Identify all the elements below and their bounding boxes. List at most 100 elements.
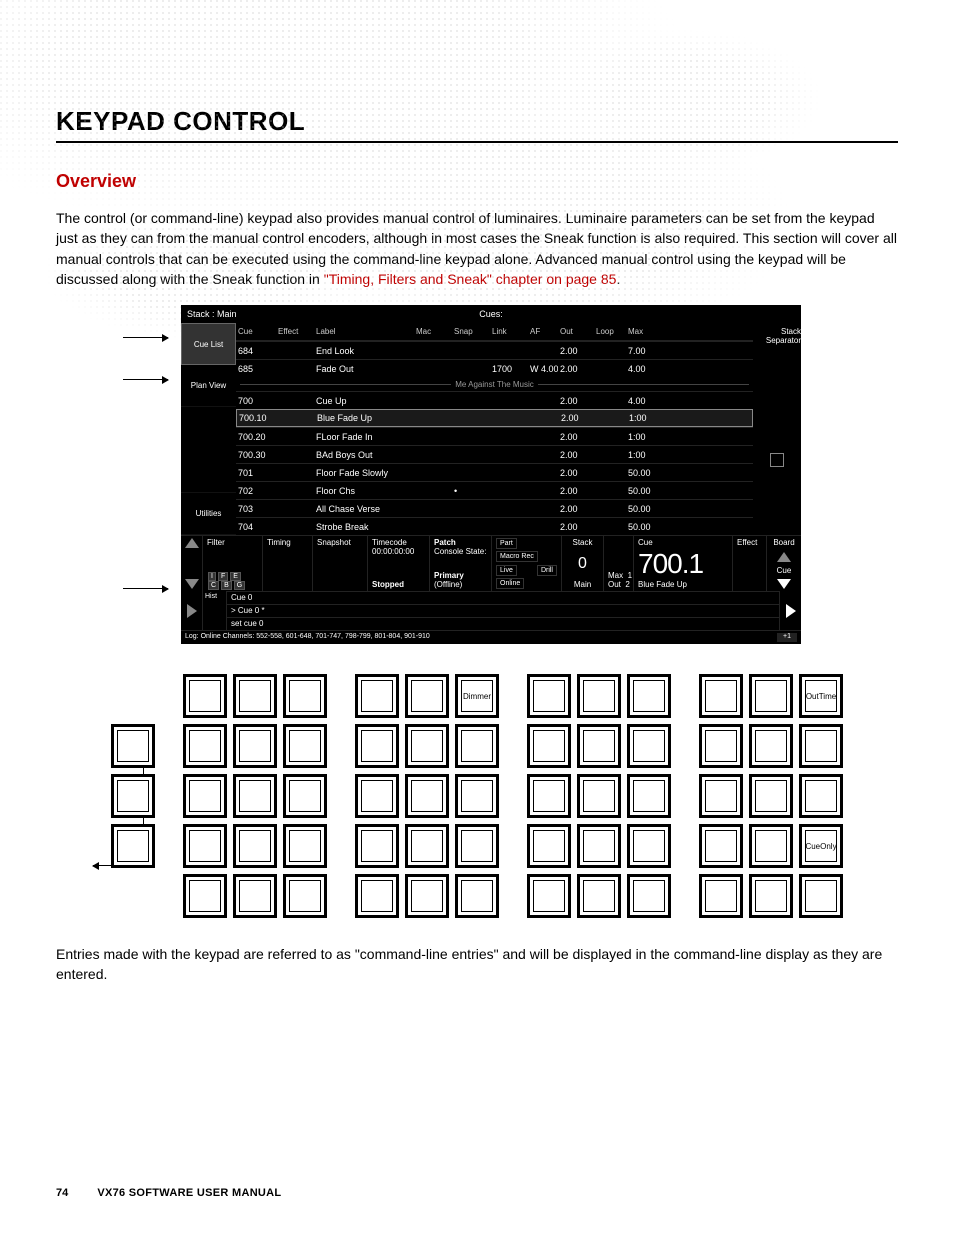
hist-button[interactable]: Hist — [203, 591, 227, 630]
up-icon[interactable] — [777, 552, 791, 562]
key[interactable] — [577, 724, 621, 768]
cmd-history: Cue 0 — [227, 591, 779, 604]
key[interactable] — [233, 874, 277, 918]
key[interactable] — [627, 724, 671, 768]
key[interactable] — [799, 774, 843, 818]
key[interactable] — [699, 824, 743, 868]
table-row[interactable]: 701Floor Fade Slowly2.0050.00 — [236, 463, 753, 481]
plus-indicator: +1 — [777, 633, 797, 642]
arrow-icon — [123, 379, 168, 380]
stack-separator[interactable]: Stack Separator — [753, 327, 801, 345]
key[interactable] — [233, 774, 277, 818]
key[interactable] — [111, 824, 155, 868]
key[interactable] — [527, 674, 571, 718]
key[interactable]: OutTime — [799, 674, 843, 718]
key[interactable] — [355, 724, 399, 768]
key[interactable] — [527, 774, 571, 818]
stack-label: Stack : Main — [181, 307, 388, 321]
key[interactable] — [577, 874, 621, 918]
tab-planview[interactable]: Plan View — [181, 365, 236, 407]
page-title: KEYPAD CONTROL — [56, 106, 898, 137]
key[interactable] — [455, 774, 499, 818]
cues-label: Cues: — [388, 307, 595, 321]
key[interactable] — [183, 874, 227, 918]
table-row[interactable]: 700Cue Up2.004.00 — [236, 391, 753, 409]
key[interactable] — [455, 724, 499, 768]
key[interactable] — [699, 774, 743, 818]
table-row[interactable]: 685Fade Out1700W 4.002.004.00 — [236, 359, 753, 377]
table-row[interactable]: 700.20FLoor Fade In2.001:00 — [236, 427, 753, 445]
key[interactable] — [283, 824, 327, 868]
key[interactable] — [749, 724, 793, 768]
scroll-indicator[interactable] — [770, 453, 784, 467]
key[interactable] — [799, 874, 843, 918]
key[interactable] — [355, 874, 399, 918]
key[interactable] — [233, 724, 277, 768]
key[interactable] — [283, 774, 327, 818]
key[interactable] — [183, 774, 227, 818]
key[interactable] — [283, 674, 327, 718]
key[interactable] — [627, 874, 671, 918]
key[interactable] — [183, 824, 227, 868]
filter-label: Filter — [207, 538, 258, 547]
key[interactable] — [749, 874, 793, 918]
key[interactable] — [405, 774, 449, 818]
key[interactable] — [405, 724, 449, 768]
cmd-next: set cue 0 — [227, 617, 779, 630]
top-bar: Stack : Main Cues: — [181, 305, 801, 323]
key[interactable] — [699, 674, 743, 718]
cmd-line: > Cue 0 * — [227, 604, 779, 617]
key[interactable] — [577, 674, 621, 718]
tab-cuelist[interactable]: Cue List — [181, 323, 236, 365]
table-row[interactable]: 684End Look2.007.00 — [236, 341, 753, 359]
table-row[interactable]: 700.10Blue Fade Up2.001:00 — [236, 409, 753, 427]
key[interactable] — [527, 724, 571, 768]
key[interactable] — [627, 824, 671, 868]
current-cue: 700.1 — [638, 548, 728, 580]
key[interactable] — [699, 724, 743, 768]
key[interactable] — [527, 874, 571, 918]
key[interactable] — [749, 824, 793, 868]
down-icon[interactable] — [185, 579, 199, 589]
key[interactable] — [405, 874, 449, 918]
key[interactable] — [183, 674, 227, 718]
key[interactable] — [405, 674, 449, 718]
key[interactable] — [527, 824, 571, 868]
key[interactable] — [355, 774, 399, 818]
right-solid-icon[interactable] — [786, 604, 796, 618]
key[interactable] — [455, 824, 499, 868]
key[interactable] — [283, 724, 327, 768]
up-icon[interactable] — [185, 538, 199, 548]
right-icon[interactable] — [187, 604, 197, 618]
key[interactable] — [799, 724, 843, 768]
table-row[interactable]: 700.30BAd Boys Out2.001:00 — [236, 445, 753, 463]
key[interactable] — [455, 874, 499, 918]
console-screenshot: Stack : Main Cues: Cue List Plan View Ut… — [153, 305, 801, 644]
key[interactable] — [749, 774, 793, 818]
key[interactable] — [577, 824, 621, 868]
key[interactable] — [111, 774, 155, 818]
key[interactable] — [111, 724, 155, 768]
key[interactable] — [233, 824, 277, 868]
key[interactable] — [355, 824, 399, 868]
xref-link[interactable]: "Timing, Filters and Sneak" chapter on p… — [324, 271, 617, 287]
tab-utilities[interactable]: Utilities — [181, 493, 236, 535]
title-rule — [56, 141, 898, 143]
key[interactable] — [749, 674, 793, 718]
table-row[interactable]: 704Strobe Break2.0050.00 — [236, 517, 753, 535]
key[interactable] — [183, 724, 227, 768]
key[interactable] — [355, 674, 399, 718]
key[interactable]: Dimmer — [455, 674, 499, 718]
key[interactable] — [233, 674, 277, 718]
table-row[interactable]: 702Floor Chs•2.0050.00 — [236, 481, 753, 499]
key[interactable] — [699, 874, 743, 918]
table-row[interactable]: 703All Chase Verse2.0050.00 — [236, 499, 753, 517]
key[interactable]: CueOnly — [799, 824, 843, 868]
key[interactable] — [577, 774, 621, 818]
key[interactable] — [405, 824, 449, 868]
key[interactable] — [627, 774, 671, 818]
divider-label: Me Against The Music — [236, 377, 753, 391]
key[interactable] — [627, 674, 671, 718]
down-icon[interactable] — [777, 579, 791, 589]
key[interactable] — [283, 874, 327, 918]
